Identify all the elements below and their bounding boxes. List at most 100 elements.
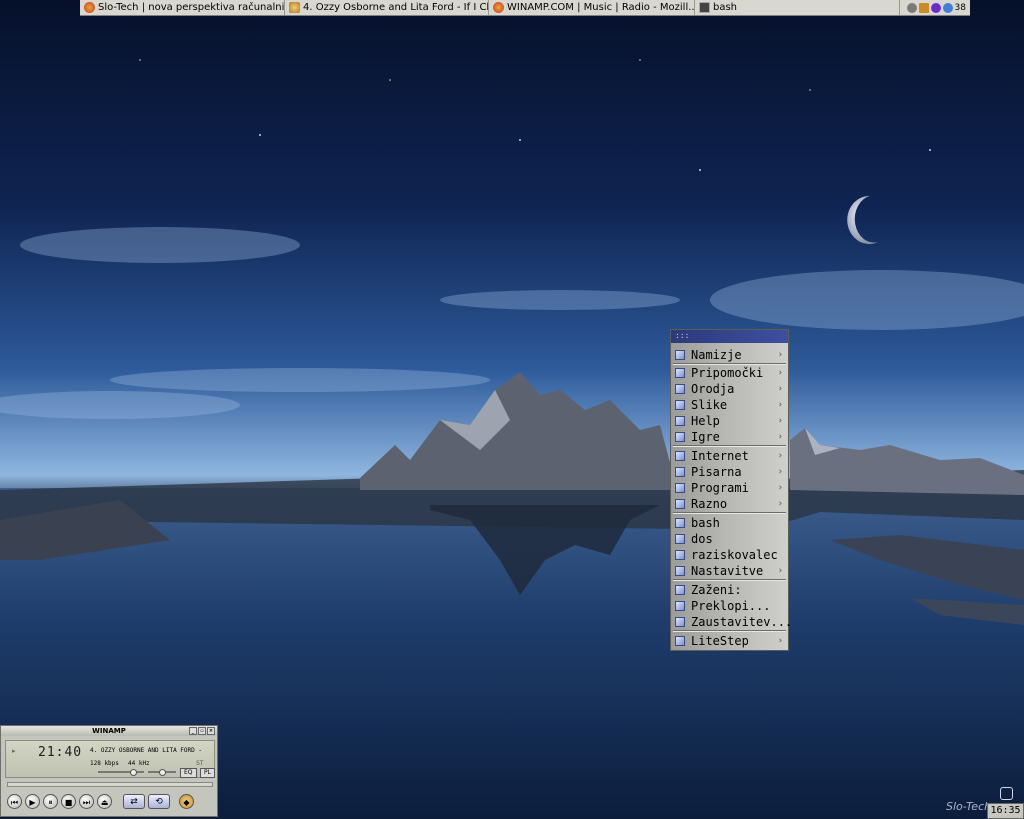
winamp-logo-button[interactable]: ◆ [179, 794, 194, 809]
folder-icon [675, 368, 685, 378]
menu-item-label: Pisarna [691, 465, 742, 479]
submenu-arrow-icon: › [777, 368, 783, 378]
play-indicator-icon: ▸ [12, 747, 16, 755]
submenu-arrow-icon: › [777, 483, 783, 493]
submenu-arrow-icon: › [777, 636, 783, 646]
seek-bar[interactable] [7, 782, 213, 787]
winamp-stereo-indicator: ST [196, 760, 204, 767]
shade-icon[interactable]: ▫ [198, 727, 206, 735]
menu-item-help[interactable]: Help › [671, 413, 788, 429]
system-tray: 38 [903, 0, 970, 15]
globe-icon[interactable] [942, 2, 953, 13]
menu-item-zaženi[interactable]: Zaženi: [671, 582, 788, 598]
submenu-arrow-icon: › [777, 566, 783, 576]
menu-separator [673, 363, 786, 365]
terminal-icon [699, 2, 710, 13]
winamp-title: WINAMP [92, 727, 126, 735]
winamp-song-title: 4. OZZY OSBORNE AND LITA FORD - [90, 747, 202, 754]
pause-button[interactable]: ⏸ [43, 794, 58, 809]
menu-item-nastavitve[interactable]: Nastavitve › [671, 563, 788, 579]
menu-item-litestep[interactable]: LiteStep › [671, 633, 788, 649]
taskbar-item-winamp-song[interactable]: 4. Ozzy Osborne and Lita Ford - If I Cl.… [285, 0, 489, 15]
system-clock: 16:35 [987, 803, 1024, 819]
stop-button[interactable]: ■ [61, 794, 76, 809]
menu-item-programi[interactable]: Programi › [671, 480, 788, 496]
winamp-display: ▸ 21:40 4. OZZY OSBORNE AND LITA FORD - … [5, 740, 215, 778]
menu-item-slike[interactable]: Slike › [671, 397, 788, 413]
app-icon [675, 518, 685, 528]
volume-knob[interactable] [130, 769, 137, 776]
menu-item-label: bash [691, 516, 720, 530]
menu-item-label: Igre [691, 430, 720, 444]
menu-item-label: LiteStep [691, 634, 749, 648]
submenu-arrow-icon: › [777, 467, 783, 477]
menu-item-internet[interactable]: Internet › [671, 448, 788, 464]
menu-item-label: Zaženi: [691, 583, 742, 597]
taskbar-item-bash[interactable]: bash [695, 0, 900, 15]
winamp-bitrate: 128 kbps [90, 760, 119, 767]
repeat-button[interactable]: ⟲ [148, 794, 170, 809]
play-button[interactable]: ▶ [25, 794, 40, 809]
winamp-time[interactable]: 21:40 [38, 745, 82, 760]
menu-item-bash[interactable]: bash [671, 515, 788, 531]
folder-icon [675, 483, 685, 493]
menu-item-dos[interactable]: dos [671, 531, 788, 547]
menu-item-namizje[interactable]: Namizje › [671, 347, 788, 363]
taskbar-item-slotech[interactable]: Slo-Tech | nova perspektiva računalni... [80, 0, 285, 15]
menu-item-label: Razno [691, 497, 728, 511]
menu-item-pripomočki[interactable]: Pripomočki › [671, 365, 788, 381]
balance-knob[interactable] [159, 769, 166, 776]
package-icon[interactable] [918, 2, 929, 13]
menu-item-label: Namizje [691, 348, 742, 362]
folder-icon [675, 384, 685, 394]
menu-separator [673, 445, 786, 447]
submenu-arrow-icon: › [777, 384, 783, 394]
volume-slider[interactable] [98, 769, 144, 776]
show-desktop-icon[interactable] [1000, 787, 1013, 800]
firefox-icon [84, 2, 95, 13]
app-icon [675, 550, 685, 560]
folder-icon [675, 400, 685, 410]
menu-item-orodja[interactable]: Orodja › [671, 381, 788, 397]
winamp-icon [289, 2, 300, 13]
menu-item-razno[interactable]: Razno › [671, 496, 788, 512]
block-icon[interactable] [930, 2, 941, 13]
app-icon [675, 585, 685, 595]
winamp-window-buttons: _ ▫ × [189, 727, 215, 735]
task-label: Slo-Tech | nova perspektiva računalni... [98, 2, 285, 13]
network-icon[interactable] [906, 2, 917, 13]
menu-item-igre[interactable]: Igre › [671, 429, 788, 445]
shuffle-button[interactable]: ⇄ [123, 794, 145, 809]
menu-item-zaustavitev[interactable]: Zaustavitev... [671, 614, 792, 630]
menu-item-pisarna[interactable]: Pisarna › [671, 464, 788, 480]
balance-slider[interactable] [148, 769, 176, 776]
playlist-toggle-button[interactable]: PL [200, 768, 215, 778]
minimize-icon[interactable]: _ [189, 727, 197, 735]
menu-item-raziskovalec[interactable]: raziskovalec [671, 547, 788, 563]
submenu-arrow-icon: › [777, 451, 783, 461]
winamp-titlebar[interactable]: WINAMP _ ▫ × [1, 726, 217, 736]
eject-button[interactable]: ⏏ [97, 794, 112, 809]
menu-item-label: Nastavitve [691, 564, 764, 578]
menu-item-label: Zaustavitev... [691, 615, 793, 629]
menu-separator [673, 512, 786, 514]
previous-button[interactable]: ⏮ [7, 794, 22, 809]
wallpaper-watermark: Slo-Tech [946, 800, 992, 813]
submenu-arrow-icon: › [777, 400, 783, 410]
menu-separator [673, 630, 786, 632]
menu-item-label: Pripomočki [691, 366, 764, 380]
submenu-arrow-icon: › [777, 350, 783, 360]
next-button[interactable]: ⏭ [79, 794, 94, 809]
taskbar-item-winamp-com[interactable]: WINAMP.COM | Music | Radio - Mozill... [489, 0, 695, 15]
litestep-popup-menu: ::: Namizje › Pripomočki › Orodja › Slike › Help… [670, 329, 792, 651]
menu-title-bar[interactable]: ::: [671, 330, 788, 343]
app-icon [675, 617, 685, 627]
menu-item-label: Preklopi... [691, 599, 771, 613]
folder-icon [675, 432, 685, 442]
folder-icon [675, 467, 685, 477]
menu-item-preklopi[interactable]: Preklopi... [671, 598, 788, 614]
desktop-wallpaper [0, 0, 1024, 819]
task-label: WINAMP.COM | Music | Radio - Mozill... [507, 2, 695, 13]
eq-toggle-button[interactable]: EQ [180, 768, 197, 778]
close-icon[interactable]: × [207, 727, 215, 735]
